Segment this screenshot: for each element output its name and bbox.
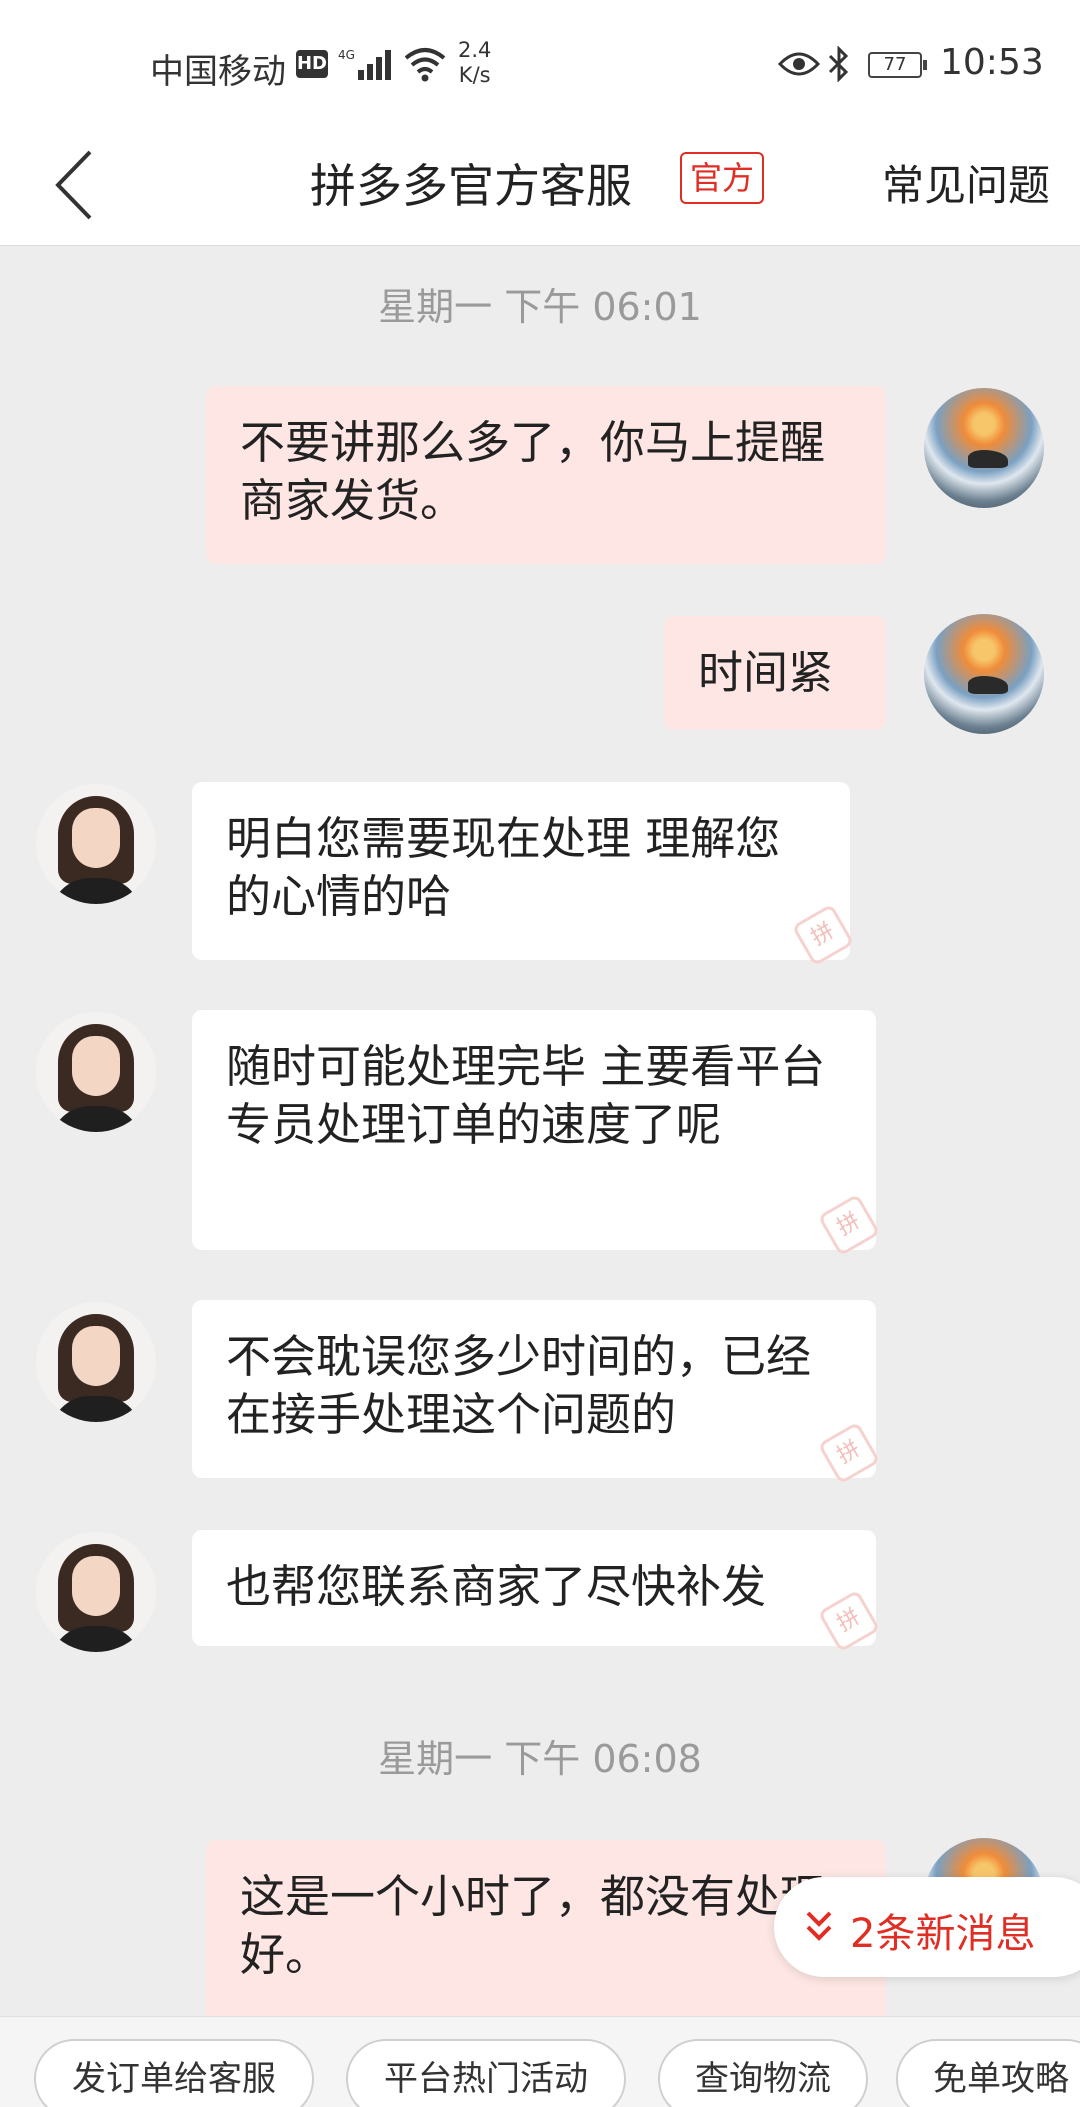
avatar[interactable] <box>36 1302 156 1422</box>
avatar[interactable] <box>36 1012 156 1132</box>
back-arrow-icon[interactable] <box>50 142 100 228</box>
message-bubble-agent[interactable]: 随时可能处理完毕 主要看平台专员处理订单的速度了呢 拼 <box>192 1010 881 1257</box>
message-text: 时间紧 <box>698 646 834 699</box>
quick-reply-send-order[interactable]: 发订单给客服 <box>34 2039 314 2107</box>
avatar[interactable] <box>924 614 1044 734</box>
quick-reply-track-logistics[interactable]: 查询物流 <box>658 2039 868 2107</box>
message-text: 这是一个小时了，都没有处理好。 <box>240 1870 826 1981</box>
avatar-face <box>72 808 120 868</box>
message-bubble-agent[interactable]: 也帮您联系商家了尽快补发 拼 <box>192 1530 881 1653</box>
status-bar: 中国移动 HD 4G 2.4 K/s 77 10:53 <box>0 0 1080 130</box>
avatar-face <box>72 1326 120 1386</box>
clock: 10:53 <box>940 42 1044 83</box>
new-messages-button[interactable]: 2条新消息 <box>774 1877 1080 1977</box>
hd-icon: HD <box>296 50 328 78</box>
double-chevron-down-icon <box>806 1911 832 1941</box>
signal-icon: 4G <box>338 48 391 80</box>
chat-header: 拼多多官方客服 官方 常见问题 <box>0 130 1080 246</box>
message-text: 不要讲那么多了，你马上提醒商家发货。 <box>240 416 826 527</box>
timestamp: 星期一 下午 06:08 <box>378 1737 702 1781</box>
watermark-icon: 拼 <box>817 1421 881 1485</box>
avatar-face <box>72 1556 120 1616</box>
quick-reply-hot-activities[interactable]: 平台热门活动 <box>346 2039 626 2107</box>
message-text: 明白您需要现在处理 理解您的心情的哈 <box>226 812 781 923</box>
message-bubble-agent[interactable]: 明白您需要现在处理 理解您的心情的哈 拼 <box>192 782 855 967</box>
official-badge: 官方 <box>680 152 765 204</box>
net-speed-value: 2.4 <box>458 38 492 62</box>
quick-reply-free-order-guide[interactable]: 免单攻略 <box>896 2039 1080 2107</box>
watermark-icon: 拼 <box>817 1589 881 1653</box>
message-text: 也帮您联系商家了尽快补发 <box>226 1560 767 1613</box>
message-bubble-user[interactable]: 不要讲那么多了，你马上提醒商家发货。 <box>206 386 886 564</box>
avatar[interactable] <box>924 388 1044 508</box>
message-bubble-agent[interactable]: 不会耽误您多少时间的，已经在接手处理这个问题的 拼 <box>192 1300 881 1485</box>
message-text: 随时可能处理完毕 主要看平台专员处理订单的速度了呢 <box>226 1040 826 1151</box>
timestamp: 星期一 下午 06:01 <box>378 285 702 329</box>
eye-icon <box>778 52 820 76</box>
bluetooth-icon <box>828 46 849 82</box>
avatar-face <box>72 1036 120 1096</box>
faq-button[interactable]: 常见问题 <box>882 152 1050 213</box>
battery-icon: 77 <box>868 52 927 78</box>
quick-reply-bar: 发订单给客服 平台热门活动 查询物流 免单攻略 <box>0 2016 1080 2107</box>
new-messages-label: 2条新消息 <box>850 1911 1036 1957</box>
wifi-icon <box>404 48 446 82</box>
message-text: 不会耽误您多少时间的，已经在接手处理这个问题的 <box>226 1330 812 1441</box>
net-speed-unit: K/s <box>458 63 491 87</box>
watermark-icon: 拼 <box>817 1193 881 1257</box>
svg-text:4G: 4G <box>338 48 355 62</box>
chat-list[interactable]: 星期一 下午 06:01 不要讲那么多了，你马上提醒商家发货。 时间紧 明白您需… <box>0 246 1080 2016</box>
avatar[interactable] <box>36 784 156 904</box>
message-bubble-user[interactable]: 时间紧 <box>664 616 886 730</box>
carrier-name: 中国移动 <box>150 52 286 92</box>
watermark-icon: 拼 <box>791 903 855 967</box>
net-speed: 2.4 K/s <box>458 38 491 88</box>
avatar[interactable] <box>36 1532 156 1652</box>
page-title: 拼多多官方客服 <box>310 159 632 213</box>
